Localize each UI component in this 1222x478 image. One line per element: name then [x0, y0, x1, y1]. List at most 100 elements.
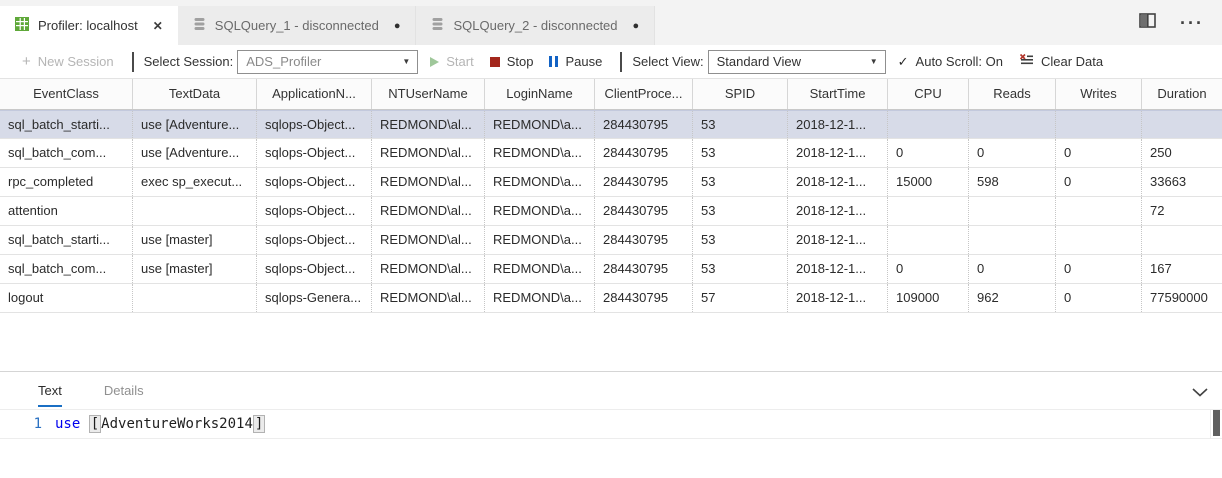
- grid-cell[interactable]: 0: [888, 139, 969, 167]
- grid-cell[interactable]: sqlops-Object...: [257, 197, 372, 225]
- grid-cell[interactable]: [969, 226, 1056, 254]
- grid-cell[interactable]: 33663: [1142, 168, 1222, 196]
- grid-cell[interactable]: [1142, 111, 1222, 138]
- grid-cell[interactable]: REDMOND\a...: [485, 255, 595, 283]
- grid-cell[interactable]: 53: [693, 139, 788, 167]
- grid-cell[interactable]: [969, 197, 1056, 225]
- editor-scrollbar[interactable]: [1210, 409, 1222, 439]
- grid-cell[interactable]: REDMOND\a...: [485, 111, 595, 138]
- grid-cell[interactable]: 53: [693, 111, 788, 138]
- column-header-textdata[interactable]: TextData: [133, 79, 257, 109]
- grid-cell[interactable]: sqlops-Genera...: [257, 284, 372, 312]
- code-line[interactable]: 1 use [ AdventureWorks2014 ]: [0, 409, 1222, 439]
- grid-cell[interactable]: REDMOND\a...: [485, 197, 595, 225]
- pause-button[interactable]: Pause: [549, 54, 602, 69]
- column-header-spid[interactable]: SPID: [693, 79, 788, 109]
- grid-cell[interactable]: 284430795: [595, 197, 693, 225]
- scrollbar-thumb[interactable]: [1213, 410, 1220, 436]
- grid-cell[interactable]: REDMOND\al...: [372, 168, 485, 196]
- dirty-indicator-icon[interactable]: ●: [394, 20, 401, 32]
- table-row[interactable]: attentionsqlops-Object...REDMOND\al...RE…: [0, 197, 1222, 226]
- grid-cell[interactable]: use [Adventure...: [133, 111, 257, 138]
- grid-cell[interactable]: sql_batch_com...: [0, 139, 133, 167]
- grid-cell[interactable]: 2018-12-1...: [788, 168, 888, 196]
- grid-cell[interactable]: 109000: [888, 284, 969, 312]
- grid-cell[interactable]: REDMOND\al...: [372, 255, 485, 283]
- grid-cell[interactable]: REDMOND\a...: [485, 226, 595, 254]
- grid-cell[interactable]: REDMOND\al...: [372, 226, 485, 254]
- grid-cell[interactable]: 284430795: [595, 284, 693, 312]
- table-row[interactable]: sql_batch_com...use [Adventure...sqlops-…: [0, 139, 1222, 168]
- grid-cell[interactable]: 2018-12-1...: [788, 139, 888, 167]
- session-dropdown[interactable]: ADS_Profiler ▼: [237, 50, 418, 74]
- grid-cell[interactable]: 167: [1142, 255, 1222, 283]
- grid-cell[interactable]: [133, 197, 257, 225]
- grid-cell[interactable]: sqlops-Object...: [257, 139, 372, 167]
- table-row[interactable]: sql_batch_starti...use [Adventure...sqlo…: [0, 110, 1222, 139]
- grid-cell[interactable]: 0: [969, 139, 1056, 167]
- grid-cell[interactable]: REDMOND\al...: [372, 111, 485, 138]
- grid-cell[interactable]: 284430795: [595, 255, 693, 283]
- dirty-indicator-icon[interactable]: ●: [633, 20, 640, 32]
- grid-cell[interactable]: 53: [693, 168, 788, 196]
- grid-cell[interactable]: sql_batch_com...: [0, 255, 133, 283]
- stop-button[interactable]: Stop: [490, 54, 534, 69]
- grid-cell[interactable]: 0: [1056, 284, 1142, 312]
- auto-scroll-toggle[interactable]: ✓ Auto Scroll: On: [898, 54, 1003, 70]
- grid-cell[interactable]: 77590000: [1142, 284, 1222, 312]
- tab-sqlquery-2[interactable]: SQLQuery_2 - disconnected ●: [416, 6, 655, 45]
- column-header-duration[interactable]: Duration: [1142, 79, 1222, 109]
- text-editor[interactable]: 1 use [ AdventureWorks2014 ]: [0, 409, 1222, 439]
- tab-profiler-localhost[interactable]: Profiler: localhost ✕: [0, 6, 178, 45]
- grid-cell[interactable]: exec sp_execut...: [133, 168, 257, 196]
- grid-cell[interactable]: [1056, 111, 1142, 138]
- column-header-reads[interactable]: Reads: [969, 79, 1056, 109]
- grid-cell[interactable]: attention: [0, 197, 133, 225]
- more-actions-icon[interactable]: ···: [1180, 18, 1204, 28]
- collapse-panel-chevron-icon[interactable]: [1192, 384, 1208, 402]
- grid-cell[interactable]: 598: [969, 168, 1056, 196]
- grid-cell[interactable]: sql_batch_starti...: [0, 226, 133, 254]
- grid-cell[interactable]: REDMOND\a...: [485, 168, 595, 196]
- grid-cell[interactable]: 2018-12-1...: [788, 226, 888, 254]
- grid-cell[interactable]: 284430795: [595, 226, 693, 254]
- grid-cell[interactable]: REDMOND\a...: [485, 284, 595, 312]
- grid-cell[interactable]: use [master]: [133, 255, 257, 283]
- grid-cell[interactable]: 57: [693, 284, 788, 312]
- column-header-cpu[interactable]: CPU: [888, 79, 969, 109]
- table-row[interactable]: sql_batch_com...use [master]sqlops-Objec…: [0, 255, 1222, 284]
- tab-details[interactable]: Details: [104, 383, 144, 407]
- grid-cell[interactable]: 2018-12-1...: [788, 284, 888, 312]
- grid-cell[interactable]: 284430795: [595, 111, 693, 138]
- start-button[interactable]: Start: [430, 54, 473, 69]
- grid-cell[interactable]: 0: [888, 255, 969, 283]
- grid-cell[interactable]: 962: [969, 284, 1056, 312]
- column-header-clientproce[interactable]: ClientProce...: [595, 79, 693, 109]
- grid-cell[interactable]: sql_batch_starti...: [0, 111, 133, 138]
- new-session-button[interactable]: + New Session: [22, 53, 114, 70]
- table-row[interactable]: sql_batch_starti...use [master]sqlops-Ob…: [0, 226, 1222, 255]
- grid-cell[interactable]: [133, 284, 257, 312]
- column-header-eventclass[interactable]: EventClass: [0, 79, 133, 109]
- grid-cell[interactable]: [1142, 226, 1222, 254]
- grid-cell[interactable]: 2018-12-1...: [788, 255, 888, 283]
- grid-cell[interactable]: 0: [1056, 139, 1142, 167]
- column-header-ntusername[interactable]: NTUserName: [372, 79, 485, 109]
- grid-cell[interactable]: 2018-12-1...: [788, 111, 888, 138]
- column-header-applicationn[interactable]: ApplicationN...: [257, 79, 372, 109]
- grid-cell[interactable]: 250: [1142, 139, 1222, 167]
- grid-cell[interactable]: sqlops-Object...: [257, 111, 372, 138]
- grid-cell[interactable]: use [Adventure...: [133, 139, 257, 167]
- close-icon[interactable]: ✕: [153, 19, 163, 33]
- grid-cell[interactable]: [888, 111, 969, 138]
- column-header-loginname[interactable]: LoginName: [485, 79, 595, 109]
- tab-text[interactable]: Text: [38, 383, 62, 407]
- view-dropdown[interactable]: Standard View ▼: [708, 50, 886, 74]
- grid-cell[interactable]: [888, 197, 969, 225]
- grid-cell[interactable]: [969, 111, 1056, 138]
- grid-cell[interactable]: 284430795: [595, 168, 693, 196]
- grid-cell[interactable]: 284430795: [595, 139, 693, 167]
- clear-data-button[interactable]: Clear Data: [1019, 53, 1103, 70]
- grid-cell[interactable]: [1056, 226, 1142, 254]
- grid-cell[interactable]: [1056, 197, 1142, 225]
